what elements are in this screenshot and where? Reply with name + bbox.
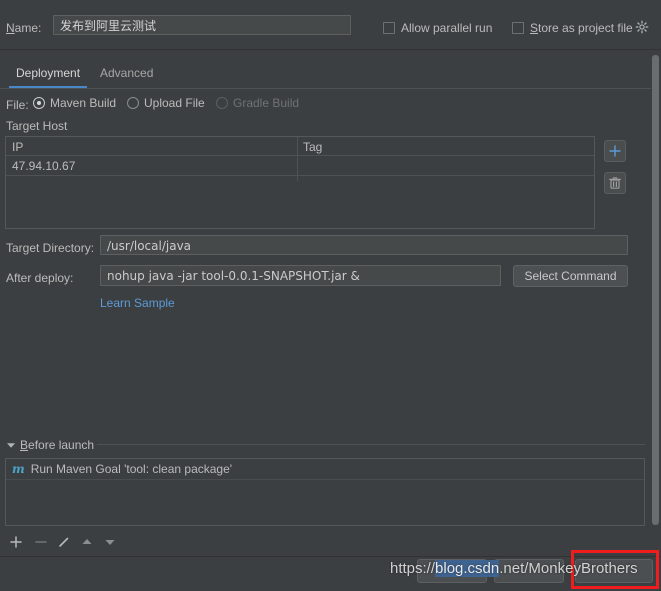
bottom-divider <box>0 556 661 557</box>
name-input[interactable]: 发布到阿里云测试 <box>53 15 351 35</box>
list-item-label: Run Maven Goal 'tool: clean package' <box>30 462 233 476</box>
scrollbar-thumb[interactable] <box>652 55 659 525</box>
name-label: Name: <box>6 21 42 35</box>
checkbox-icon <box>383 22 395 34</box>
maven-icon: m <box>12 462 25 476</box>
list-divider <box>6 479 644 480</box>
tab-bar-divider <box>0 88 661 89</box>
radio-icon <box>127 97 139 109</box>
radio-icon <box>216 97 228 109</box>
list-item[interactable]: m Run Maven Goal 'tool: clean package' <box>12 462 232 476</box>
gear-icon[interactable] <box>635 20 649 34</box>
target-directory-input[interactable]: /usr/local/java <box>100 235 628 255</box>
tab-bar: Deployment Advanced <box>0 62 661 89</box>
target-directory-label: Target Directory: <box>6 241 95 255</box>
column-header-ip[interactable]: IP <box>12 140 23 154</box>
after-deploy-input[interactable]: nohup java -jar tool-0.0.1-SNAPSHOT.jar … <box>100 265 501 286</box>
name-row: Name: 发布到阿里云测试 Allow parallel run Store … <box>0 0 661 48</box>
watermark-prefix: https:// <box>390 560 436 577</box>
column-header-tag[interactable]: Tag <box>303 140 322 154</box>
select-command-button[interactable]: Select Command <box>513 265 628 287</box>
store-as-project-file-checkbox[interactable]: Store as project file <box>512 21 633 35</box>
store-as-project-file-label: Store as project file <box>530 21 633 35</box>
move-down-button[interactable] <box>102 534 118 550</box>
before-launch-rule <box>97 444 645 445</box>
header-divider <box>0 49 661 50</box>
radio-gradle-build[interactable]: Gradle Build <box>216 96 299 110</box>
watermark: https://blog.csdn.net/MonkeyBrothers <box>390 560 638 577</box>
watermark-highlight: blog.csdn <box>435 560 500 577</box>
after-deploy-label: After deploy: <box>6 271 74 285</box>
file-type-row: File: Maven Build Upload File Gradle Bui… <box>0 96 661 114</box>
tab-advanced[interactable]: Advanced <box>90 62 163 88</box>
file-label: File: <box>6 98 29 112</box>
learn-sample-link[interactable]: Learn Sample <box>100 296 175 310</box>
radio-icon <box>33 97 45 109</box>
allow-parallel-run-label: Allow parallel run <box>401 21 493 35</box>
before-launch-label: Before launch <box>20 438 95 452</box>
cell-ip: 47.94.10.67 <box>12 159 76 173</box>
watermark-suffix: .net/MonkeyBrothers <box>499 560 638 577</box>
allow-parallel-run-checkbox[interactable]: Allow parallel run <box>383 21 492 35</box>
remove-host-button[interactable] <box>604 172 626 194</box>
move-up-button[interactable] <box>79 534 95 550</box>
run-configuration-dialog: Name: 发布到阿里云测试 Allow parallel run Store … <box>0 0 661 591</box>
radio-maven-build[interactable]: Maven Build <box>33 96 116 110</box>
radio-maven-build-label: Maven Build <box>50 96 117 110</box>
radio-upload-file-label: Upload File <box>144 96 205 110</box>
target-host-label: Target Host <box>6 119 68 133</box>
before-launch-list[interactable]: m Run Maven Goal 'tool: clean package' <box>5 458 645 526</box>
edit-task-button[interactable] <box>56 534 72 550</box>
radio-upload-file[interactable]: Upload File <box>127 96 205 110</box>
table-row[interactable]: 47.94.10.67 <box>6 156 594 176</box>
radio-gradle-build-label: Gradle Build <box>233 96 300 110</box>
plus-icon <box>609 145 621 157</box>
add-task-button[interactable] <box>8 534 24 550</box>
triangle-down-icon[interactable] <box>7 441 16 450</box>
remove-task-button[interactable] <box>33 534 49 550</box>
target-host-table[interactable]: IP Tag 47.94.10.67 <box>5 136 595 229</box>
checkbox-icon <box>512 22 524 34</box>
tab-deployment[interactable]: Deployment <box>6 62 90 88</box>
table-header-row: IP Tag <box>6 137 594 156</box>
add-host-button[interactable] <box>604 140 626 162</box>
trash-icon <box>608 177 621 189</box>
